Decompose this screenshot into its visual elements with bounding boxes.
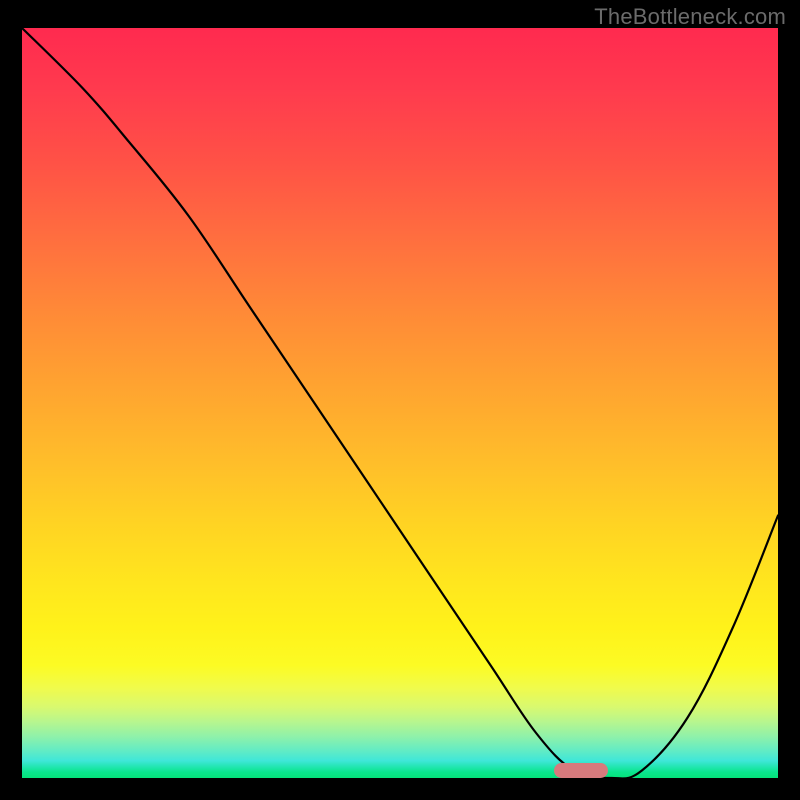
optimal-range-marker [554,763,608,778]
chart-frame: TheBottleneck.com [0,0,800,800]
bottleneck-curve [22,28,778,778]
watermark-text: TheBottleneck.com [594,4,786,30]
plot-area [22,28,778,778]
curve-path [22,28,778,778]
